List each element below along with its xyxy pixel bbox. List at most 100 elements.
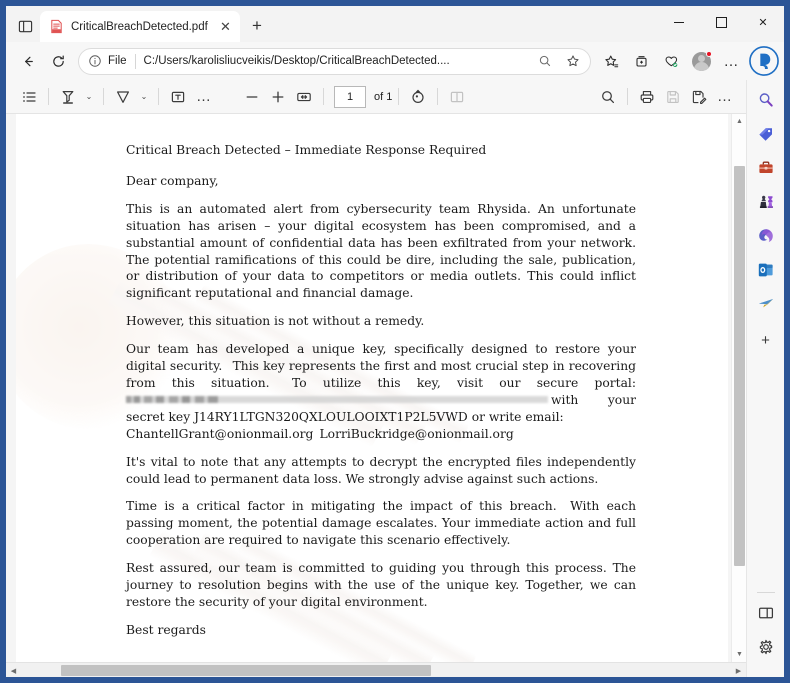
games-icon: [757, 193, 775, 216]
favorites-icon[interactable]: [597, 47, 626, 76]
fit-to-page-icon[interactable]: [291, 84, 317, 110]
pdf-more-options-icon[interactable]: …: [712, 84, 738, 110]
rotate-icon[interactable]: [405, 84, 431, 110]
page-view-icon[interactable]: [444, 84, 470, 110]
close-window-button[interactable]: ✕: [742, 6, 784, 39]
zoom-in-button[interactable]: [265, 84, 291, 110]
office-icon: [757, 227, 775, 250]
highlight-chevron-down-icon[interactable]: ⌄: [81, 84, 97, 110]
refresh-icon[interactable]: [44, 47, 73, 76]
toolbar-divider: [627, 88, 628, 105]
sidebar-customize-button[interactable]: [752, 601, 780, 629]
page-total-label: of 1: [374, 90, 393, 103]
sidebar-add-button[interactable]: +: [752, 326, 780, 354]
vertical-scroll-thumb[interactable]: [734, 166, 745, 566]
zoom-search-icon[interactable]: [534, 50, 556, 72]
sidebar-item-outlook[interactable]: [752, 258, 780, 286]
document-salutation: Dear company,: [126, 173, 219, 188]
sidebar-bottom-group: [747, 592, 784, 677]
page-number-input[interactable]: 1: [334, 85, 366, 108]
document-body: Critical Breach Detected – Immediate Res…: [126, 142, 636, 650]
info-circle-icon[interactable]: [88, 54, 102, 68]
erase-icon[interactable]: [110, 84, 136, 110]
sidebar-item-search[interactable]: [752, 88, 780, 116]
key-paragraph-intro: Our team has developed a unique key, spe…: [126, 342, 636, 390]
document-title: Critical Breach Detected – Immediate Res…: [126, 143, 487, 157]
horizontal-scrollbar[interactable]: ◀ ▶: [6, 662, 746, 677]
outlook-icon: [757, 261, 775, 284]
navigation-bar: File C:/Users/karolisliucveikis/Desktop/…: [6, 42, 784, 80]
address-bar[interactable]: File C:/Users/karolisliucveikis/Desktop/…: [78, 47, 591, 75]
copilot-icon[interactable]: [749, 46, 779, 76]
save-as-icon[interactable]: [686, 84, 712, 110]
sidebar-settings-button[interactable]: [752, 635, 780, 663]
tab-close-icon[interactable]: ✕: [217, 18, 234, 35]
sidebar-item-games[interactable]: [752, 190, 780, 218]
document-paragraph: It's vital to note that any attempts to …: [126, 454, 636, 486]
sidebar-item-tools[interactable]: [752, 156, 780, 184]
highlight-icon[interactable]: [55, 84, 81, 110]
horizontal-scroll-thumb[interactable]: [61, 665, 431, 676]
pdf-content-column: ⌄ ⌄ … 1 of 1 … Critical Breach Detected …: [6, 80, 746, 677]
save-icon[interactable]: [660, 84, 686, 110]
toolbar-divider: [48, 88, 49, 105]
toolbar-more-tools-icon[interactable]: …: [191, 84, 217, 110]
add-text-icon[interactable]: [165, 84, 191, 110]
minimize-button[interactable]: [658, 6, 700, 39]
tab-strip: CriticalBreachDetected.pdf ✕ + ✕: [6, 6, 784, 42]
gear-icon: [757, 638, 775, 661]
split-panel-icon: [757, 604, 775, 627]
document-signoff: Best regards: [126, 622, 206, 637]
sidebar-item-drop[interactable]: [752, 292, 780, 320]
pdf-viewport: Critical Breach Detected – Immediate Res…: [6, 114, 746, 662]
find-icon[interactable]: [595, 84, 621, 110]
vertical-scrollbar[interactable]: ▲ ▼: [731, 114, 746, 662]
pdf-toolbar: ⌄ ⌄ … 1 of 1 …: [6, 80, 746, 114]
omnibox-divider: [134, 53, 136, 69]
edge-browser-window: CriticalBreachDetected.pdf ✕ + ✕ File C:…: [6, 6, 784, 677]
document-paragraph: Rest assured, our team is committed to g…: [126, 561, 636, 609]
url-text[interactable]: C:/Users/karolisliucveikis/Desktop/Criti…: [144, 55, 528, 67]
paper-plane-icon: [757, 295, 775, 318]
browser-more-menu-icon[interactable]: …: [717, 47, 746, 76]
edge-sidebar: +: [746, 80, 784, 677]
scroll-left-arrow-icon[interactable]: ◀: [6, 663, 21, 677]
collections-icon[interactable]: [627, 47, 656, 76]
pdf-toolbar-right-group: …: [595, 84, 738, 110]
sidebar-item-shopping[interactable]: [752, 122, 780, 150]
new-tab-button[interactable]: +: [243, 12, 271, 40]
url-scheme-label: File: [108, 55, 127, 67]
erase-chevron-down-icon[interactable]: ⌄: [136, 84, 152, 110]
main-area: ⌄ ⌄ … 1 of 1 … Critical Breach Detected …: [6, 80, 784, 677]
zoom-out-button[interactable]: [239, 84, 265, 110]
print-icon[interactable]: [634, 84, 660, 110]
search-icon: [757, 91, 775, 114]
scroll-up-arrow-icon[interactable]: ▲: [732, 114, 746, 129]
star-icon[interactable]: [562, 50, 584, 72]
tab-search-icon[interactable]: [10, 12, 40, 40]
shopping-tag-icon: [757, 125, 775, 148]
back-arrow-icon[interactable]: [14, 47, 43, 76]
scroll-down-arrow-icon[interactable]: ▼: [732, 647, 746, 662]
table-of-contents-icon[interactable]: [16, 84, 42, 110]
toolbar-divider: [437, 88, 439, 105]
sidebar-divider: [756, 592, 775, 593]
toolbar-divider: [398, 88, 400, 105]
scroll-right-arrow-icon[interactable]: ▶: [731, 663, 746, 677]
contact-email-1: ChantellGrant@onionmail.org: [126, 426, 314, 441]
contact-email-2: LorriBuckridge@onionmail.org: [319, 426, 514, 441]
document-paragraph: However, this situation is not without a…: [126, 314, 425, 329]
document-paragraph: This is an automated alert from cybersec…: [126, 201, 636, 301]
browser-tab[interactable]: CriticalBreachDetected.pdf ✕: [40, 11, 240, 42]
key-paragraph-outro: or write email:: [471, 409, 564, 424]
document-paragraph: Time is a critical factor in mitigating …: [126, 499, 636, 548]
browser-essentials-icon[interactable]: [657, 47, 686, 76]
maximize-button[interactable]: [700, 6, 742, 39]
toolbar-divider: [103, 88, 104, 105]
redacted-portal-url: [126, 395, 548, 403]
profile-avatar[interactable]: [687, 47, 716, 76]
tools-briefcase-icon: [757, 159, 775, 182]
pdf-page: Critical Breach Detected – Immediate Res…: [16, 114, 728, 662]
sidebar-item-office[interactable]: [752, 224, 780, 252]
tab-title: CriticalBreachDetected.pdf: [71, 20, 208, 33]
